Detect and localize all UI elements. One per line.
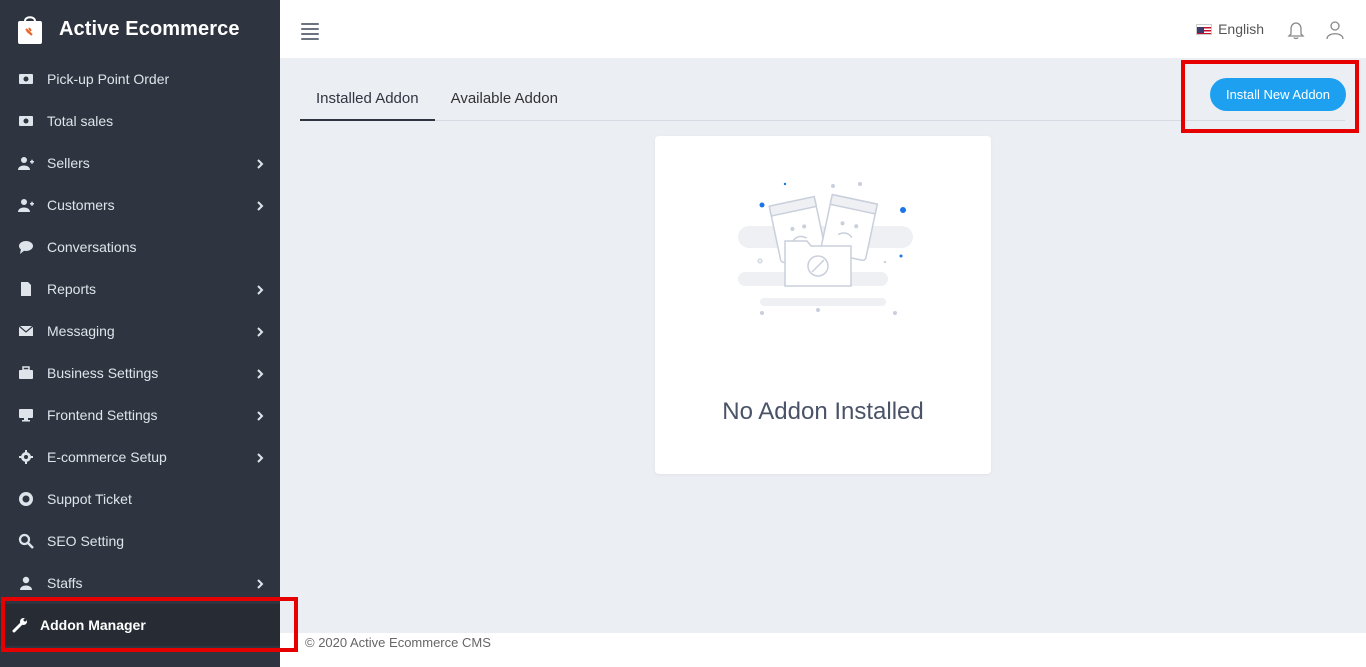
no-data-illustration — [735, 176, 915, 321]
sidebar-item-messaging[interactable]: Messaging — [0, 310, 280, 352]
language-label: English — [1218, 21, 1264, 37]
install-new-addon-button[interactable]: Install New Addon — [1210, 78, 1346, 111]
file-icon — [17, 281, 35, 297]
chevron-right-icon — [256, 451, 264, 463]
sidebar-item-label: Conversations — [47, 239, 137, 255]
sidebar-item-staffs[interactable]: Staffs — [0, 562, 280, 604]
monitor-icon — [17, 407, 35, 423]
chat-bubble-icon — [17, 239, 35, 255]
sidebar-item-sellers[interactable]: Sellers — [0, 142, 280, 184]
sidebar-item-label: Customers — [47, 197, 115, 213]
sidebar-item-support-ticket[interactable]: Suppot Ticket — [0, 478, 280, 520]
lifebuoy-icon — [17, 491, 35, 507]
money-icon — [17, 71, 35, 87]
chevron-right-icon — [256, 325, 264, 337]
chevron-right-icon — [256, 367, 264, 379]
brand-title: Active Ecommerce — [59, 17, 240, 40]
envelope-icon — [17, 323, 35, 339]
chevron-right-icon — [256, 157, 264, 169]
empty-state-message: No Addon Installed — [722, 398, 924, 425]
user-plus-icon — [17, 197, 35, 213]
sidebar-item-seo-setting[interactable]: SEO Setting — [0, 520, 280, 562]
briefcase-icon — [17, 365, 35, 381]
sidebar-item-business-settings[interactable]: Business Settings — [0, 352, 280, 394]
user-avatar-icon[interactable] — [1326, 20, 1344, 40]
sidebar: Active Ecommerce Pick-up Point Order Tot… — [0, 0, 280, 667]
chevron-right-icon — [256, 283, 264, 295]
sidebar-item-customers[interactable]: Customers — [0, 184, 280, 226]
shopping-bag-logo-icon — [16, 13, 44, 45]
sidebar-item-label: Reports — [47, 281, 97, 297]
user-plus-icon — [17, 155, 35, 171]
chevron-right-icon — [256, 577, 264, 589]
menu-toggle-icon[interactable] — [301, 23, 319, 40]
tab-installed-addon[interactable]: Installed Addon — [300, 78, 435, 121]
sidebar-item-conversations[interactable]: Conversations — [0, 226, 280, 268]
language-selector[interactable]: English — [1196, 21, 1264, 37]
sidebar-item-total-sales[interactable]: Total sales — [0, 100, 280, 142]
copyright-text: © 2020 Active Ecommerce CMS — [305, 635, 491, 650]
addon-tabs: Installed Addon Available Addon — [300, 78, 1345, 121]
sidebar-item-ecommerce-setup[interactable]: E-commerce Setup — [0, 436, 280, 478]
sidebar-item-label: Sellers — [47, 155, 90, 171]
us-flag-icon — [1196, 23, 1213, 35]
wrench-icon — [11, 617, 29, 633]
bell-icon[interactable] — [1286, 20, 1306, 40]
sidebar-item-reports[interactable]: Reports — [0, 268, 280, 310]
search-icon — [17, 533, 35, 549]
sidebar-item-label: Frontend Settings — [47, 407, 158, 423]
topbar: English — [280, 0, 1366, 58]
sidebar-item-label: Total sales — [47, 113, 114, 129]
sidebar-item-label: SEO Setting — [47, 533, 125, 549]
brand[interactable]: Active Ecommerce — [0, 0, 280, 58]
sidebar-item-frontend-settings[interactable]: Frontend Settings — [0, 394, 280, 436]
chevron-right-icon — [256, 199, 264, 211]
money-icon — [17, 113, 35, 129]
sidebar-item-label: Messaging — [47, 323, 115, 339]
sidebar-item-label: E-commerce Setup — [47, 449, 167, 465]
sidebar-item-label: Addon Manager — [40, 617, 146, 633]
sidebar-item-label: Staffs — [47, 575, 83, 591]
sidebar-item-label: Business Settings — [47, 365, 159, 381]
gear-icon — [17, 449, 35, 465]
empty-state-card: No Addon Installed — [655, 136, 991, 474]
sidebar-nav: Pick-up Point Order Total sales Sellers … — [0, 58, 280, 646]
sidebar-item-pickup-point-order[interactable]: Pick-up Point Order — [0, 58, 280, 100]
user-icon — [17, 575, 35, 591]
sidebar-item-addon-manager[interactable]: Addon Manager — [0, 604, 280, 646]
chevron-right-icon — [256, 409, 264, 421]
tab-available-addon[interactable]: Available Addon — [435, 78, 574, 121]
footer: © 2020 Active Ecommerce CMS — [280, 633, 1366, 667]
sidebar-item-label: Pick-up Point Order — [47, 71, 170, 87]
sidebar-item-label: Suppot Ticket — [47, 491, 132, 507]
